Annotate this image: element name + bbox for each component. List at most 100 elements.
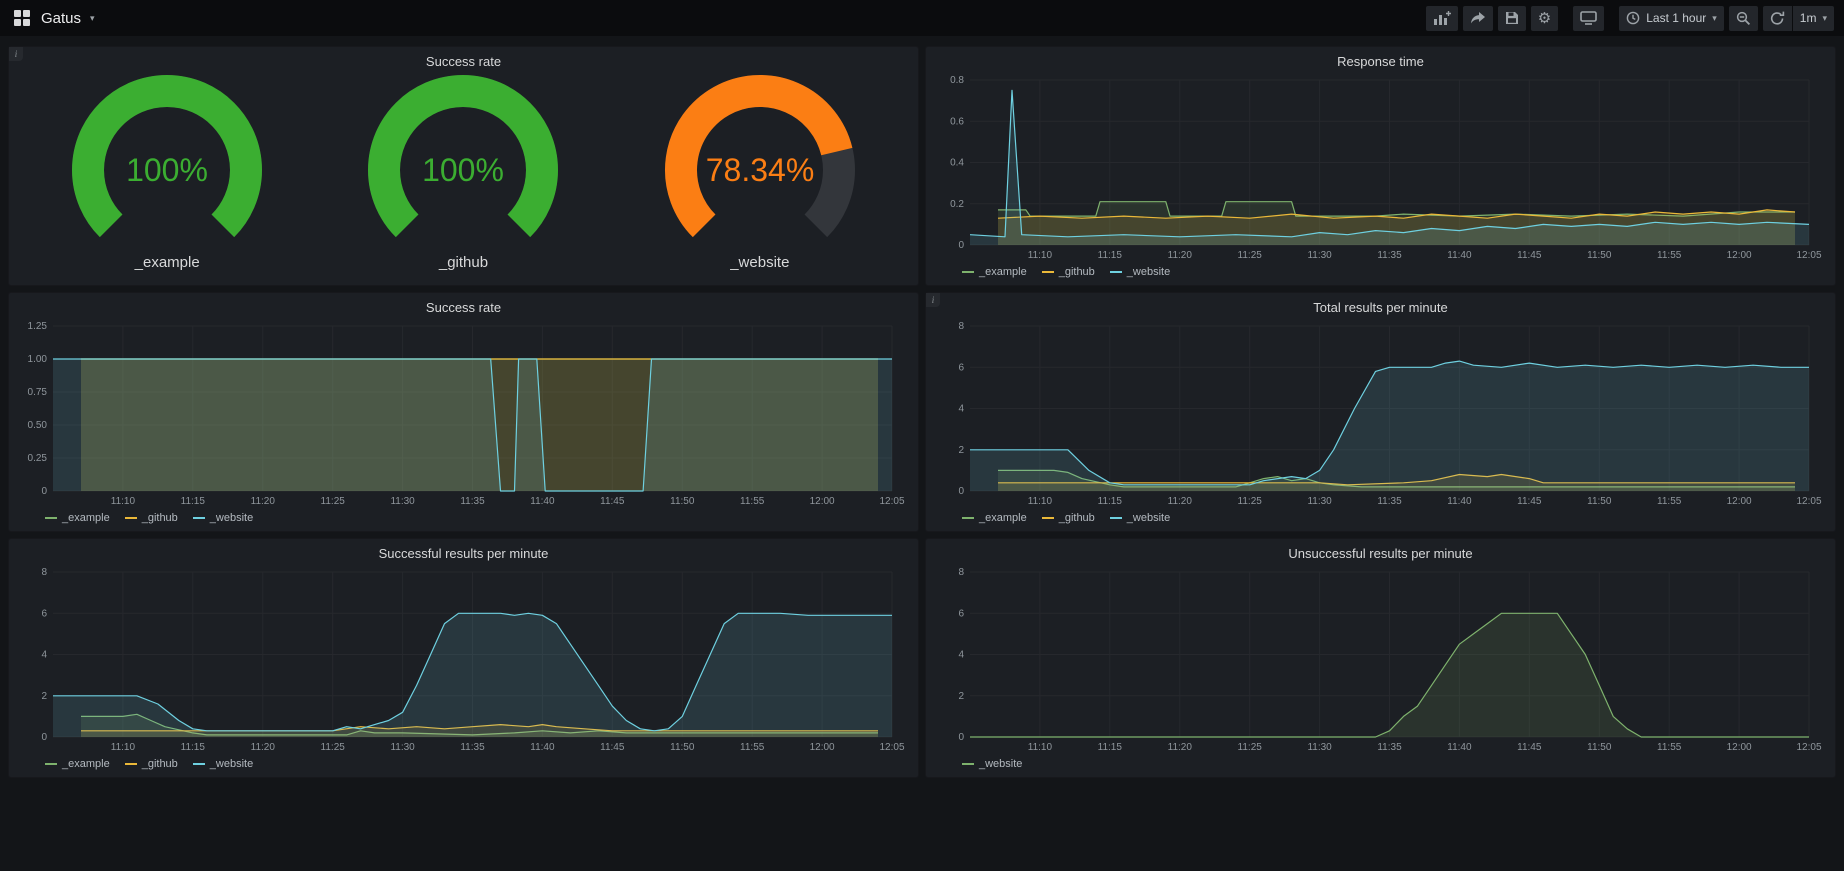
refresh-button-group: 1m ▾ [1763, 6, 1834, 31]
svg-text:11:50: 11:50 [670, 742, 695, 753]
legend-label: _website [210, 758, 253, 770]
zoom-out-icon [1736, 11, 1751, 26]
tv-mode-button[interactable] [1573, 6, 1604, 31]
svg-text:11:10: 11:10 [1028, 496, 1053, 507]
monitor-icon [1580, 11, 1597, 25]
legend-item[interactable]: _website [1110, 266, 1170, 278]
svg-text:0.75: 0.75 [28, 387, 48, 398]
legend-item[interactable]: _github [125, 512, 178, 524]
save-button[interactable] [1498, 6, 1526, 31]
svg-text:12:00: 12:00 [1727, 742, 1752, 753]
svg-text:11:40: 11:40 [1447, 742, 1472, 753]
time-range-button[interactable]: Last 1 hour ▾ [1619, 6, 1724, 31]
legend-item[interactable]: _github [125, 758, 178, 770]
svg-text:12:05: 12:05 [1796, 496, 1821, 507]
svg-text:2: 2 [958, 445, 964, 456]
gauge-row: 100% _example 100% _github 78.34% _websi… [19, 72, 908, 281]
svg-text:12:05: 12:05 [1796, 250, 1821, 261]
legend-item[interactable]: _example [962, 266, 1027, 278]
svg-text:11:40: 11:40 [1447, 496, 1472, 507]
legend-item[interactable]: _github [1042, 266, 1095, 278]
panel-title[interactable]: Success rate [19, 297, 908, 318]
legend-label: _website [1127, 266, 1170, 278]
svg-text:6: 6 [958, 362, 964, 373]
legend-item[interactable]: _github [1042, 512, 1095, 524]
success-rate-chart[interactable]: 00.250.500.751.001.2511:1011:1511:2011:2… [19, 318, 908, 509]
svg-text:8: 8 [958, 321, 964, 332]
svg-text:11:15: 11:15 [1098, 250, 1123, 261]
svg-text:11:50: 11:50 [1587, 742, 1612, 753]
legend-item[interactable]: _example [45, 512, 110, 524]
refresh-button[interactable] [1763, 6, 1792, 31]
panel-title[interactable]: Response time [936, 51, 1825, 72]
settings-button[interactable]: ⚙ [1531, 6, 1558, 31]
time-range-label: Last 1 hour [1646, 11, 1706, 25]
svg-text:78.34%: 78.34% [706, 152, 815, 188]
legend-item[interactable]: _example [962, 512, 1027, 524]
svg-text:11:55: 11:55 [1657, 250, 1682, 261]
svg-text:11:20: 11:20 [1168, 742, 1193, 753]
svg-text:0.25: 0.25 [28, 453, 48, 464]
svg-text:0.50: 0.50 [28, 420, 48, 431]
dashboard-title[interactable]: Gatus [41, 10, 81, 27]
svg-text:11:20: 11:20 [251, 742, 276, 753]
panel-title[interactable]: Success rate [19, 51, 908, 72]
svg-text:6: 6 [41, 608, 47, 619]
legend-item[interactable]: _website [193, 512, 253, 524]
zoom-out-button[interactable] [1729, 6, 1758, 31]
series-color-mark [45, 763, 57, 765]
dashboards-grid-icon[interactable] [12, 8, 32, 28]
legend-item[interactable]: _website [193, 758, 253, 770]
navbar-left: Gatus ▾ [12, 8, 95, 28]
panel-successful-results: Successful results per minute 0246811:10… [8, 538, 919, 778]
share-button[interactable] [1463, 6, 1493, 31]
svg-text:11:35: 11:35 [460, 742, 485, 753]
dashboard-caret-icon[interactable]: ▾ [90, 14, 95, 23]
panel-info-icon[interactable]: i [9, 47, 23, 61]
navbar: Gatus ▾ ⚙ Last 1 hour ▾ [0, 0, 1844, 36]
total-results-chart[interactable]: 0246811:1011:1511:2011:2511:3011:3511:40… [936, 318, 1825, 509]
svg-text:11:15: 11:15 [181, 496, 206, 507]
legend-label: _github [1059, 512, 1095, 524]
svg-text:11:45: 11:45 [1517, 250, 1542, 261]
clock-icon [1626, 11, 1640, 25]
panel-title[interactable]: Total results per minute [936, 297, 1825, 318]
legend-item[interactable]: _website [962, 758, 1022, 770]
svg-text:11:20: 11:20 [1168, 250, 1193, 261]
save-icon [1505, 11, 1519, 25]
series-color-mark [962, 271, 974, 273]
svg-text:11:15: 11:15 [181, 742, 206, 753]
gauge-example: 100% _example [20, 74, 313, 271]
panel-title[interactable]: Unsuccessful results per minute [936, 543, 1825, 564]
panel-title[interactable]: Successful results per minute [19, 543, 908, 564]
panel-info-icon[interactable]: i [926, 293, 940, 307]
legend-item[interactable]: _example [45, 758, 110, 770]
legend-item[interactable]: _website [1110, 512, 1170, 524]
svg-text:4: 4 [41, 650, 47, 661]
legend-label: _github [142, 512, 178, 524]
svg-text:11:10: 11:10 [111, 742, 136, 753]
response-time-chart[interactable]: 00.20.40.60.811:1011:1511:2011:2511:3011… [936, 72, 1825, 263]
svg-text:11:50: 11:50 [1587, 496, 1612, 507]
series-color-mark [1042, 271, 1054, 273]
add-panel-button[interactable] [1426, 6, 1458, 31]
svg-text:100%: 100% [423, 152, 505, 188]
series-color-mark [193, 763, 205, 765]
svg-text:12:00: 12:00 [1727, 496, 1752, 507]
refresh-interval-caret-icon: ▾ [1822, 14, 1827, 23]
refresh-interval-button[interactable]: 1m ▾ [1792, 6, 1834, 31]
gauge-github: 100% _github [317, 74, 610, 271]
unsuccessful-results-chart[interactable]: 0246811:1011:1511:2011:2511:3011:3511:40… [936, 564, 1825, 755]
svg-text:0.4: 0.4 [950, 158, 964, 169]
svg-text:6: 6 [958, 608, 964, 619]
svg-text:100%: 100% [126, 152, 208, 188]
svg-text:11:10: 11:10 [1028, 250, 1053, 261]
svg-text:11:30: 11:30 [1307, 496, 1332, 507]
svg-text:0: 0 [41, 732, 47, 743]
series-color-mark [962, 517, 974, 519]
gauge-label: _website [730, 254, 789, 271]
legend-label: _github [142, 758, 178, 770]
svg-text:11:10: 11:10 [111, 496, 136, 507]
svg-text:11:45: 11:45 [1517, 496, 1542, 507]
successful-results-chart[interactable]: 0246811:1011:1511:2011:2511:3011:3511:40… [19, 564, 908, 755]
